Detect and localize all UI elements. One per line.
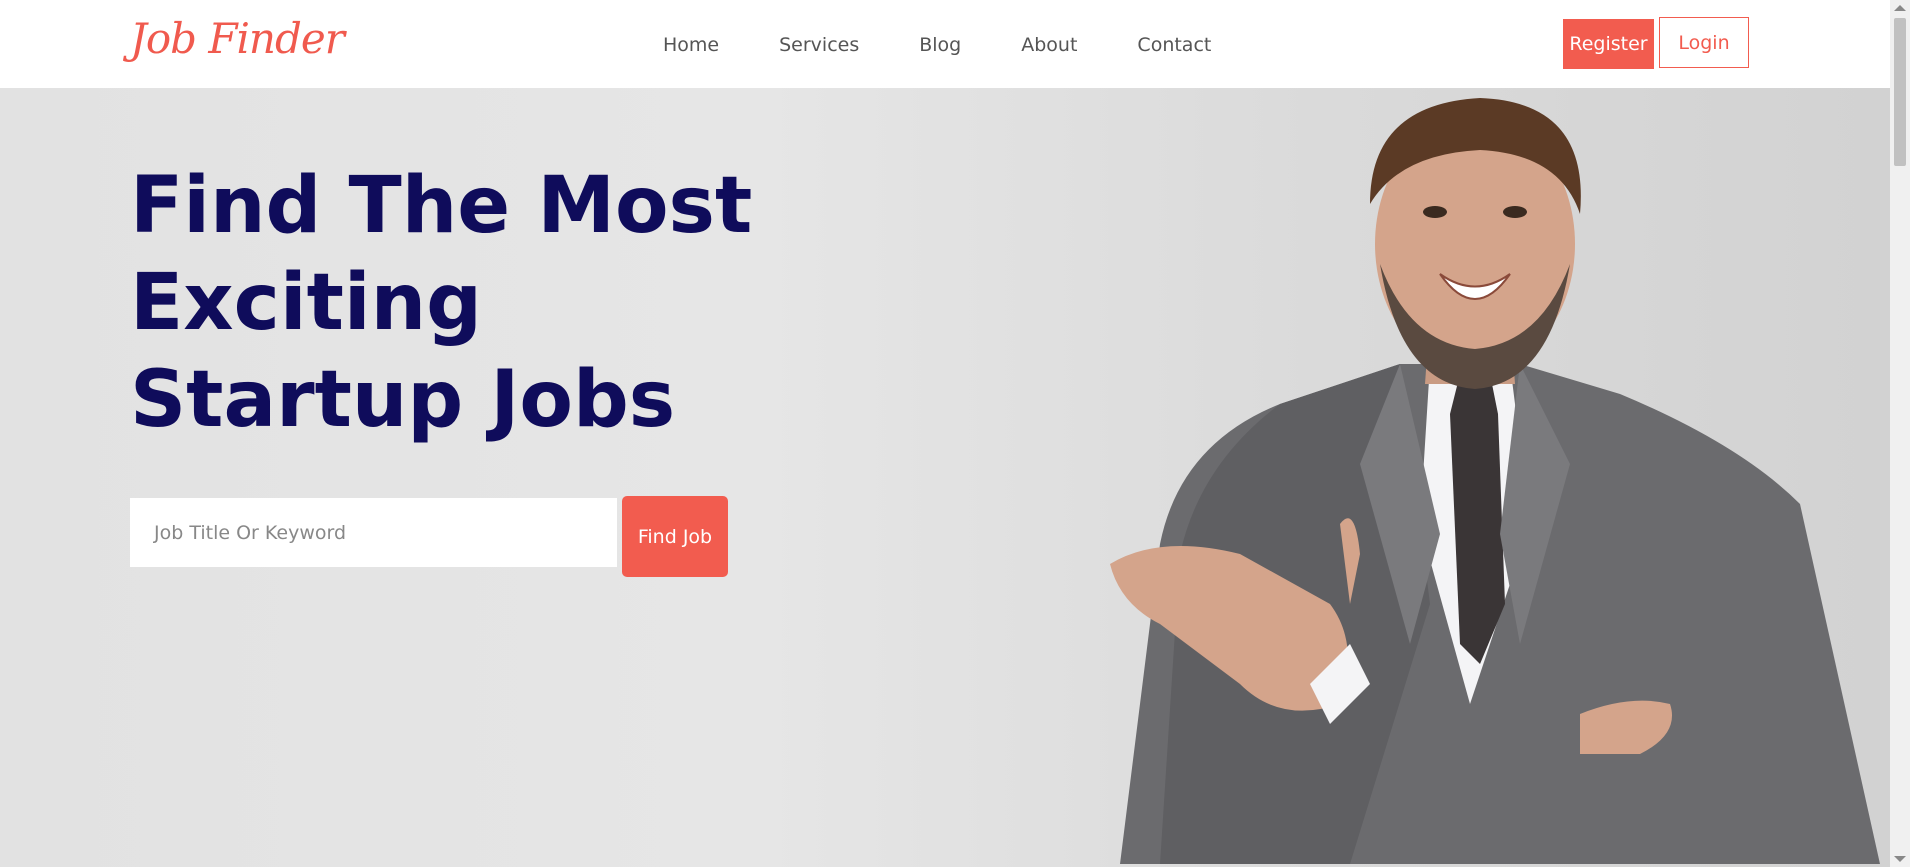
scroll-thumb[interactable] bbox=[1894, 18, 1906, 166]
job-search-input[interactable]: Job Title Or Keyword bbox=[130, 498, 617, 567]
hero-headline: Find The Most Exciting Startup Jobs bbox=[130, 158, 830, 449]
logo[interactable]: Job Finder bbox=[130, 14, 345, 63]
page-scrollbar[interactable] bbox=[1890, 0, 1910, 867]
nav-item-services[interactable]: Services bbox=[779, 34, 859, 56]
hero-person-image bbox=[1110, 98, 1880, 864]
headline-line-2: Exciting bbox=[130, 258, 482, 348]
nav-item-contact[interactable]: Contact bbox=[1137, 34, 1211, 56]
login-button[interactable]: Login bbox=[1659, 17, 1749, 68]
nav-item-about[interactable]: About bbox=[1021, 34, 1077, 56]
headline-line-3: Startup Jobs bbox=[130, 355, 676, 445]
nav-item-home[interactable]: Home bbox=[663, 34, 719, 56]
scroll-up-arrow-icon[interactable] bbox=[1894, 5, 1906, 11]
site-header: Job Finder Home Services Blog About Cont… bbox=[0, 0, 1890, 88]
register-button[interactable]: Register bbox=[1563, 19, 1654, 69]
hero-section: Find The Most Exciting Startup Jobs Job … bbox=[0, 88, 1890, 867]
nav-item-blog[interactable]: Blog bbox=[919, 34, 961, 56]
headline-line-1: Find The Most bbox=[130, 161, 753, 251]
find-job-button[interactable]: Find Job bbox=[622, 496, 728, 577]
main-nav: Home Services Blog About Contact bbox=[663, 34, 1211, 56]
scroll-down-arrow-icon[interactable] bbox=[1894, 856, 1906, 862]
